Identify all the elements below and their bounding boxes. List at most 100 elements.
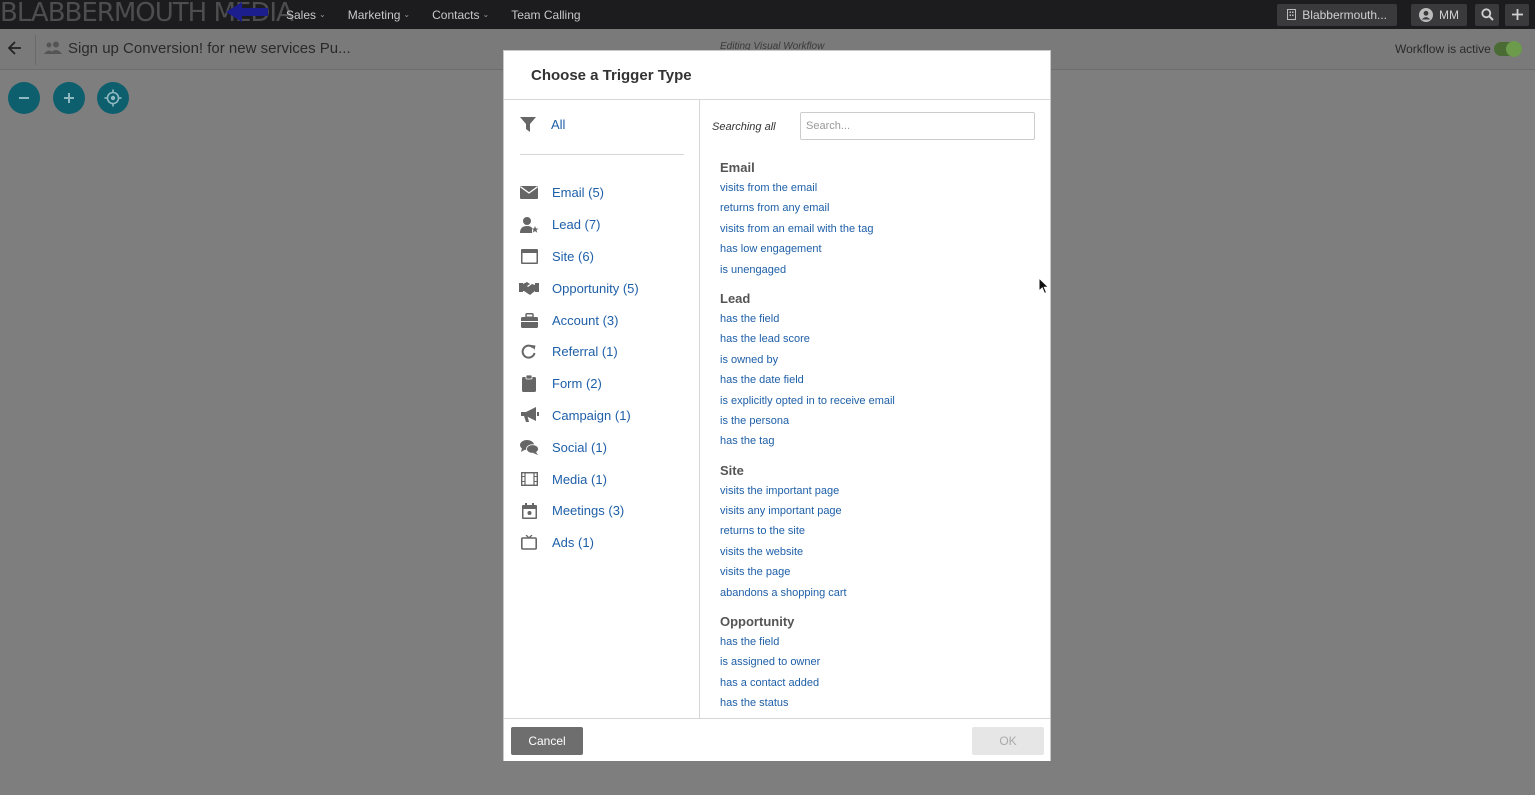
trigger-list: Email visits from the email returns from… [720,157,895,719]
trigger-option[interactable]: has the field [720,309,895,329]
trigger-option[interactable]: visits the website [720,542,895,562]
search-button[interactable] [1475,3,1499,26]
dialog-header: Choose a Trigger Type [504,51,1050,100]
trigger-option[interactable]: has the status [720,693,895,713]
category-label: Lead (7) [552,217,601,233]
menu-team-calling[interactable]: Team Calling [511,8,580,22]
trigger-option[interactable]: has the lead score [720,329,895,349]
trigger-option[interactable]: returns from any email [720,198,895,218]
category-lead[interactable]: Lead (7) [519,209,639,241]
category-pane: All Email (5) Lead (7) Site (6) Opportun… [504,100,700,719]
search-input[interactable] [800,112,1035,140]
menu-sales[interactable]: Sales ⌄ [286,8,326,22]
category-form[interactable]: Form (2) [519,368,639,400]
chevron-down-icon: ⌄ [319,10,326,19]
category-email[interactable]: Email (5) [519,177,639,209]
minus-icon [19,97,29,99]
category-all[interactable]: All [519,116,565,133]
zoom-in-button[interactable] [53,82,85,114]
category-label: Site (6) [552,248,594,264]
search-icon [1480,8,1494,21]
mouse-cursor-icon [1038,277,1050,295]
add-button[interactable] [1505,3,1529,26]
trigger-option[interactable]: has low engagement [720,239,895,259]
zoom-out-button[interactable] [8,82,40,114]
trigger-option[interactable]: abandons a shopping cart [720,583,895,603]
browser-icon [520,248,538,264]
plus-icon [1511,9,1523,20]
cancel-button[interactable]: Cancel [511,727,583,755]
back-arrow-icon[interactable] [7,40,23,56]
group-title: Email [720,160,755,175]
trigger-option[interactable]: visits from the email [720,178,895,198]
dialog-footer: Cancel OK [504,718,1050,761]
chevron-down-icon: ⌄ [482,10,490,19]
trigger-option[interactable]: has the tag [720,431,895,451]
category-site[interactable]: Site (6) [519,241,639,273]
account-name: Blabbermouth... [1302,7,1387,22]
category-label: Campaign (1) [552,407,631,423]
recenter-button[interactable] [97,82,129,114]
category-opportunity[interactable]: Opportunity (5) [519,272,639,304]
search-scope-label: Searching all [712,121,776,133]
trigger-option[interactable]: is the persona [720,411,895,431]
menu-contacts[interactable]: Contacts ⌄ [432,8,489,22]
category-label: Opportunity (5) [552,280,639,296]
logo-arrow-icon [226,2,268,22]
trigger-option[interactable]: is explicitly opted in to receive email [720,391,895,411]
category-label: Meetings (3) [552,503,625,519]
user-circle-icon [1419,7,1433,22]
dialog-body: All Email (5) Lead (7) Site (6) Opportun… [504,100,1050,719]
refresh-icon [521,344,536,359]
trigger-group-opportunity: Opportunity has the field is assigned to… [720,611,895,714]
megaphone-icon [520,407,539,423]
chevron-down-icon: ⌄ [403,10,411,19]
clipboard-icon [522,375,536,393]
group-title: Lead [720,290,751,306]
top-nav: BLABBERMOUTH MEDIA Sales ⌄ Marketing ⌄ Con… [0,0,1535,29]
workflow-title[interactable]: Sign up Conversion! for new services Pu.… [68,40,351,57]
trigger-option[interactable]: visits the important page [720,481,895,501]
trigger-option[interactable]: returns to the site [720,521,895,541]
trigger-option[interactable]: has the field [720,632,895,652]
trigger-group-site: Site visits the important page visits an… [720,460,895,603]
category-campaign[interactable]: Campaign (1) [519,400,639,432]
category-label: Ads (1) [552,535,594,551]
divider [520,154,684,155]
group-title: Opportunity [720,614,795,630]
workflow-active-toggle[interactable] [1494,41,1522,57]
trigger-option[interactable]: visits from an email with the tag [720,219,895,239]
category-referral[interactable]: Referral (1) [519,336,639,368]
plus-icon [64,93,74,103]
trigger-option[interactable]: is unengaged [720,260,895,280]
trigger-option[interactable]: visits any important page [720,501,895,521]
trigger-option[interactable]: visits the page [720,562,895,582]
ok-button[interactable]: OK [972,727,1044,755]
category-list: Email (5) Lead (7) Site (6) Opportunity … [519,177,639,559]
group-icon [44,41,62,54]
trigger-option[interactable]: has the date field [720,370,895,390]
group-title: Site [720,462,744,478]
category-social[interactable]: Social (1) [519,431,639,463]
category-label: Form (2) [552,376,602,392]
category-media[interactable]: Media (1) [519,463,639,495]
user-initials: MM [1439,7,1459,22]
film-icon [520,472,538,487]
category-account[interactable]: Account (3) [519,304,639,336]
category-label: All [551,117,566,132]
category-label: Referral (1) [552,344,618,360]
chat-bubbles-icon [519,440,539,456]
trigger-option[interactable]: has a contact added [720,673,895,693]
menu-marketing[interactable]: Marketing ⌄ [348,8,410,22]
category-meetings[interactable]: Meetings (3) [519,495,639,527]
calendar-icon [521,502,537,519]
category-ads[interactable]: Ads (1) [519,527,639,559]
user-star-icon [519,216,538,233]
user-menu[interactable]: MM [1411,3,1467,26]
category-label: Media (1) [552,471,607,487]
account-switcher[interactable]: Blabbermouth... [1277,3,1397,26]
trigger-option[interactable]: is owned by [720,350,895,370]
handshake-icon [519,281,539,295]
trigger-group-lead: Lead has the field has the lead score is… [720,288,895,452]
trigger-option[interactable]: is assigned to owner [720,652,895,672]
